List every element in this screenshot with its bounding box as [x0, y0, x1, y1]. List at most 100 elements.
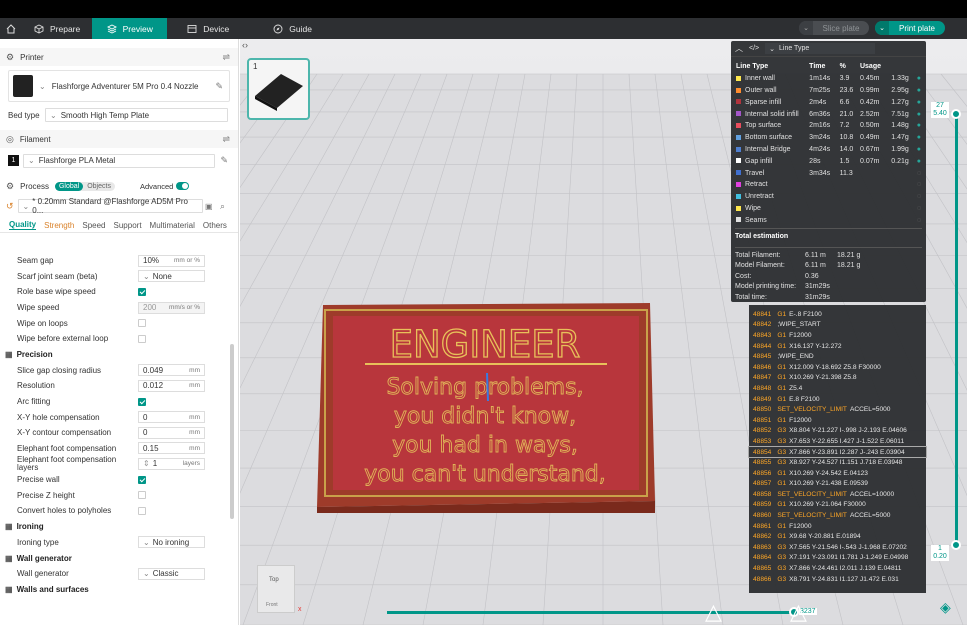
param-select[interactable]: ⌄ None — [138, 270, 205, 283]
advanced-switch[interactable] — [176, 182, 189, 190]
color-swatch — [736, 99, 741, 105]
printer-section-header: ⚙ Printer ⇌ — [0, 48, 238, 66]
param-input[interactable]: 0.049 mm — [138, 364, 205, 377]
panel-scrollbar[interactable] — [230, 344, 234, 519]
visibility-eye-icon[interactable]: ◌ — [917, 193, 921, 200]
visibility-eye-icon[interactable]: ● — [917, 111, 921, 118]
param-select[interactable]: ⌄ No ironing — [138, 536, 205, 549]
bed-type-select[interactable]: ⌄ Smooth High Temp Plate — [45, 108, 228, 122]
objects-toggle[interactable]: Objects — [83, 182, 115, 191]
layer-bottom-number: 1 — [938, 545, 942, 552]
visibility-eye-icon[interactable]: ◌ — [917, 205, 921, 212]
sign-line-2: you didn't know, — [394, 404, 576, 429]
line-length: 2.52m — [859, 110, 880, 118]
legend-row[interactable]: Inner wall 1m14s 3.9 0.45m 1.33g ● — [736, 73, 921, 85]
legend-row[interactable]: Internal Bridge 4m24s 14.0 0.67m 1.99g ● — [736, 144, 921, 156]
param-checkbox[interactable] — [138, 506, 146, 515]
param-input[interactable]: 200 mm/s or % — [138, 301, 205, 314]
view-cube[interactable]: Top Front x — [257, 565, 302, 613]
legend-row[interactable]: Unretract ◌ — [736, 191, 921, 203]
tab-preview[interactable]: Preview — [92, 18, 168, 39]
legend-row[interactable]: Gap infill 28s 1.5 0.07m 0.21g ● — [736, 155, 921, 167]
legend-row[interactable]: Retract ◌ — [736, 179, 921, 191]
spin-arrows-icon[interactable]: ⇕ — [143, 459, 150, 468]
3d-viewport[interactable]: 1 ‹› ENGINEER Solving problems, you didn… — [240, 39, 967, 625]
printer-selector[interactable]: ⌄ Flashforge Adventurer 5M Pro 0.4 Nozzl… — [8, 70, 230, 102]
group-header: ▦ Precision — [0, 347, 228, 363]
edit-icon[interactable]: ✎ — [215, 81, 223, 92]
legend-row[interactable]: Wipe ◌ — [736, 203, 921, 215]
gcode-line-number: 48848 — [753, 384, 772, 392]
search-icon[interactable]: ⌕ — [220, 201, 225, 212]
visibility-eye-icon[interactable]: ● — [917, 87, 921, 94]
legend-view-select[interactable]: ⌄ Line Type — [765, 43, 876, 54]
line-weight: 7.51g — [891, 110, 909, 118]
chevron-down-icon[interactable]: ⌄ — [799, 21, 813, 35]
save-icon[interactable]: ▣ — [205, 202, 213, 211]
param-input[interactable]: 0 mm — [138, 426, 205, 439]
visibility-eye-icon[interactable]: ● — [917, 134, 921, 141]
param-select[interactable]: ⌄ Classic — [138, 567, 205, 580]
visibility-eye-icon[interactable]: ● — [917, 122, 921, 129]
tab-multimaterial[interactable]: Multimaterial — [150, 221, 195, 230]
filament-select[interactable]: ⌄ Flashforge PLA Metal — [23, 153, 215, 168]
filament-settings-icon[interactable]: ⇌ — [222, 134, 230, 145]
param-checkbox[interactable] — [138, 334, 146, 343]
global-toggle[interactable]: Global — [54, 181, 84, 191]
layer-slider-track[interactable] — [955, 115, 958, 547]
tab-speed[interactable]: Speed — [82, 221, 105, 230]
param-value: 200 — [143, 303, 157, 313]
param-input[interactable]: 0.012 mm — [138, 379, 205, 392]
legend-row[interactable]: Top surface 2m16s 7.2 0.50m 1.48g ● — [736, 120, 921, 132]
tab-guide[interactable]: Guide — [261, 18, 324, 39]
tab-device-label: Device — [203, 23, 230, 34]
visibility-eye-icon[interactable]: ● — [917, 146, 921, 153]
tab-others[interactable]: Others — [203, 221, 227, 230]
visibility-eye-icon[interactable]: ◌ — [917, 170, 921, 177]
legend-row[interactable]: Bottom surface 3m24s 10.8 0.49m 1.47g ● — [736, 132, 921, 144]
edit-icon[interactable]: ✎ — [220, 155, 228, 166]
move-slider-track[interactable] — [387, 611, 795, 614]
visibility-eye-icon[interactable]: ● — [917, 99, 921, 106]
param-checkbox[interactable] — [138, 475, 146, 484]
printer-settings-icon[interactable]: ⇌ — [222, 52, 230, 63]
tab-support[interactable]: Support — [114, 221, 142, 230]
param-spinner[interactable]: ⇕ 1 layers — [138, 457, 205, 470]
param-checkbox[interactable] — [138, 397, 146, 406]
param-value: 0.15 — [143, 443, 159, 453]
visibility-eye-icon[interactable]: ◌ — [917, 217, 921, 224]
visibility-eye-icon[interactable]: ◌ — [917, 181, 921, 188]
collapse-sidebar-icon[interactable]: ‹› — [242, 40, 248, 50]
gcode-command: SET_VELOCITY_LIMIT — [777, 406, 847, 414]
param-checkbox[interactable] — [138, 319, 146, 328]
chevron-down-icon[interactable]: ⌄ — [875, 21, 889, 35]
legend-row[interactable]: Sparse infill 2m4s 6.6 0.42m 1.27g ● — [736, 96, 921, 108]
print-plate-button[interactable]: ⌄ Print plate — [875, 21, 945, 35]
collapse-icon[interactable]: ︿ — [735, 43, 743, 54]
param-checkbox[interactable] — [138, 491, 146, 500]
tab-device[interactable]: Device — [175, 18, 241, 39]
layer-slider-bottom-handle[interactable] — [951, 540, 961, 550]
param-input[interactable]: 10% mm or % — [138, 254, 205, 267]
layer-slider-top-handle[interactable] — [951, 109, 961, 119]
reset-icon[interactable]: ↺ — [6, 201, 14, 212]
tab-prepare[interactable]: Prepare — [22, 18, 92, 39]
layers-stack-icon[interactable]: ◈ — [940, 599, 951, 616]
tab-quality[interactable]: Quality — [9, 220, 37, 230]
code-icon[interactable]: </> — [749, 45, 759, 52]
tab-strength[interactable]: Strength — [44, 221, 74, 230]
visibility-eye-icon[interactable]: ● — [917, 75, 921, 82]
legend-row[interactable]: Outer wall 7m25s 23.6 0.99m 2.95g ● — [736, 85, 921, 97]
legend-row[interactable]: Internal solid infill 6m36s 21.0 2.52m 7.51g… — [736, 108, 921, 120]
slice-plate-button[interactable]: ⌄ Slice plate — [799, 21, 869, 35]
param-checkbox[interactable] — [138, 287, 146, 296]
group-title: Walls and surfaces — [16, 585, 89, 595]
process-preset-select[interactable]: ⌄ * 0.20mm Standard @Flashforge AD5M Pro… — [17, 197, 203, 215]
home-button[interactable] — [0, 18, 22, 39]
legend-row[interactable]: Travel 3m34s 11.3 ◌ — [736, 167, 921, 179]
legend-row[interactable]: Seams ◌ — [736, 214, 921, 226]
plate-thumbnail[interactable]: 1 — [247, 58, 310, 120]
visibility-eye-icon[interactable]: ● — [917, 158, 921, 165]
param-input[interactable]: 0 mm — [138, 411, 205, 424]
param-input[interactable]: 0.15 mm — [138, 442, 205, 455]
